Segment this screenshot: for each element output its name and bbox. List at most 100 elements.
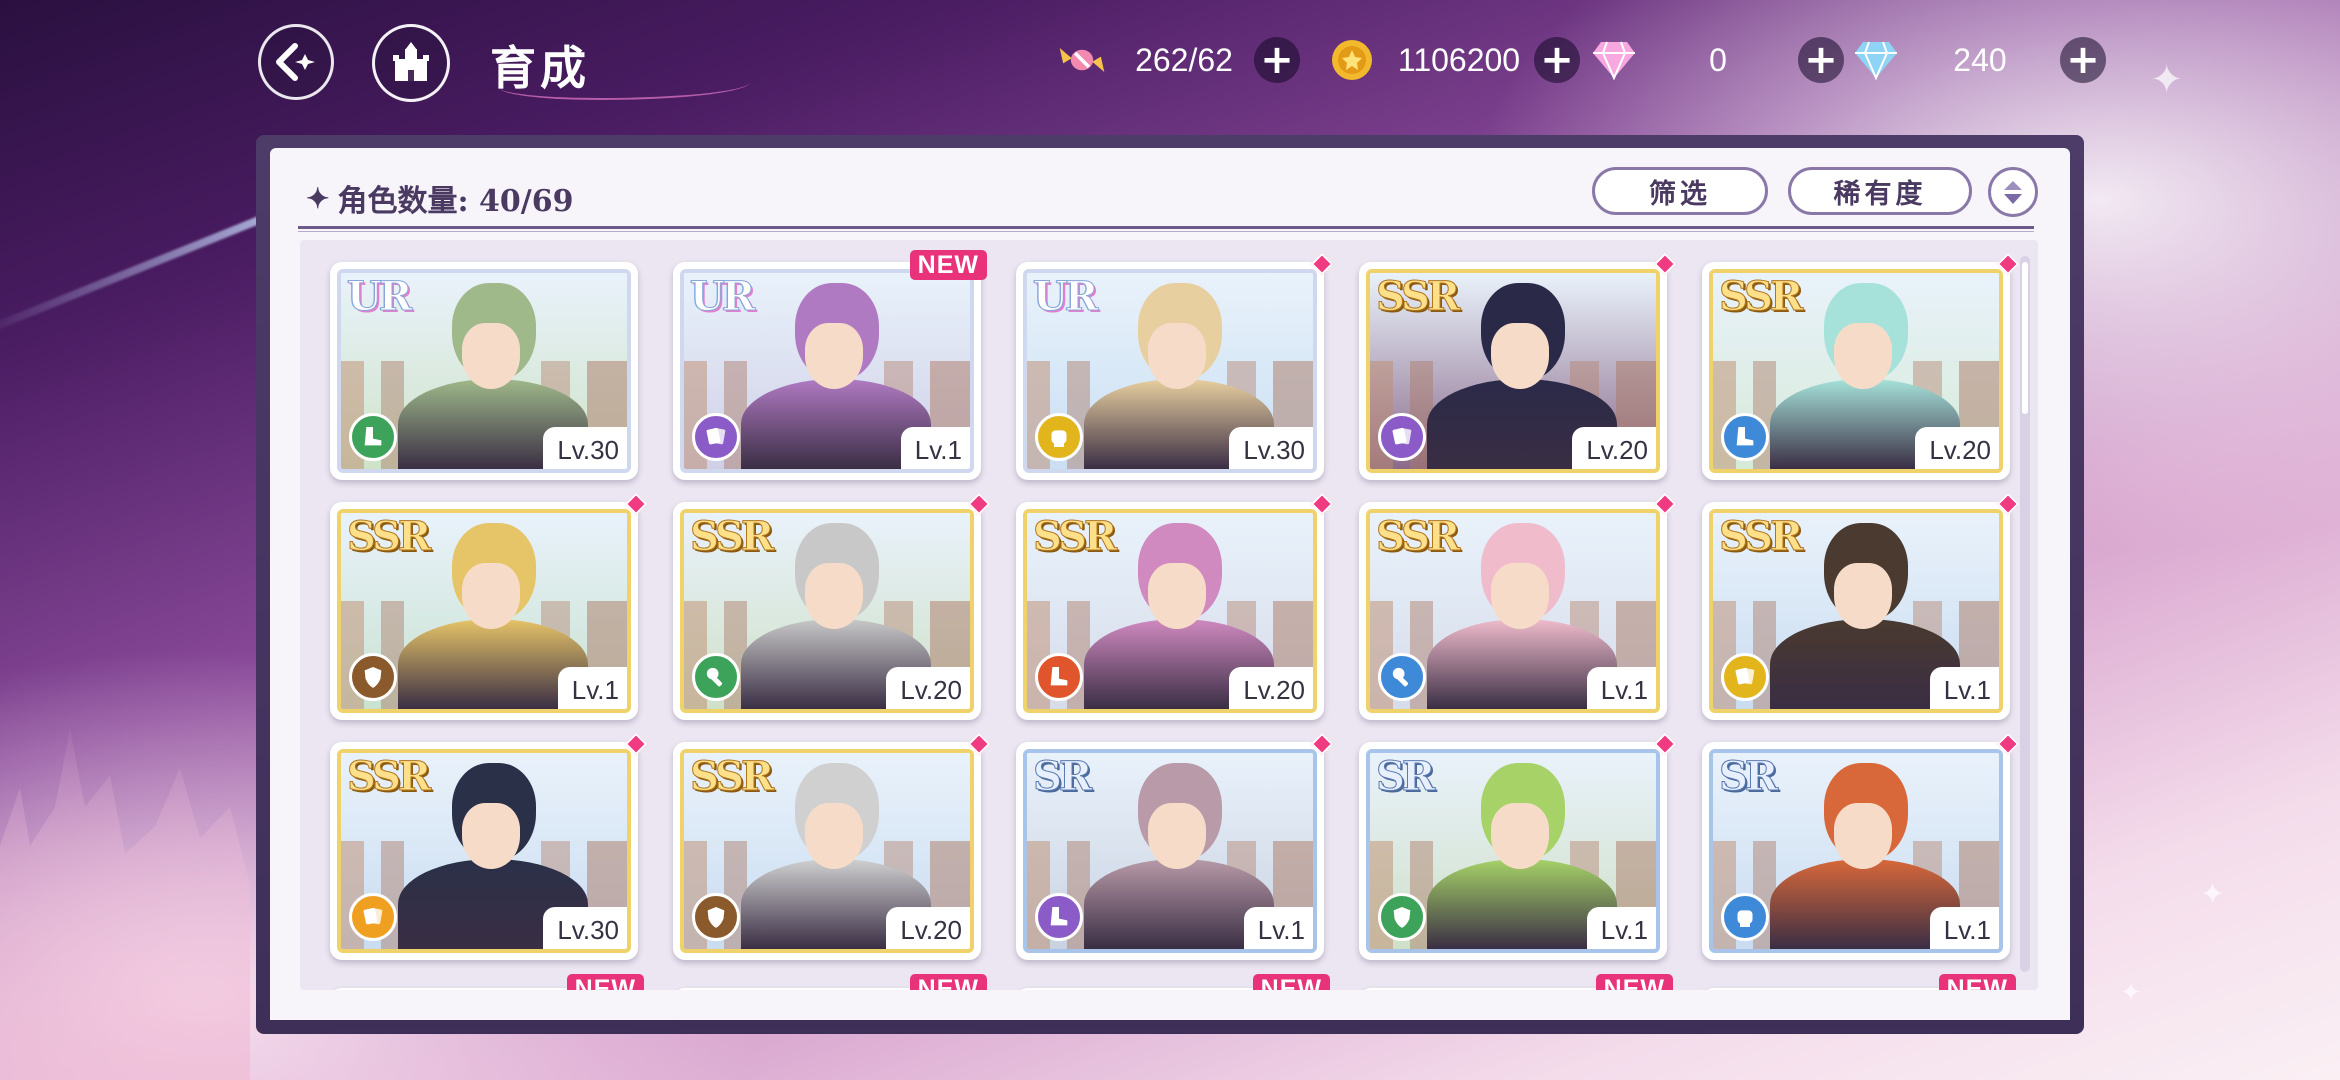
cards-icon	[349, 893, 397, 941]
character-face	[1834, 803, 1892, 869]
castle-silhouette	[0, 729, 250, 1080]
character-portrait: UR Lv.1	[680, 269, 974, 473]
character-face	[1491, 803, 1549, 869]
pink-gem-icon	[1590, 36, 1638, 84]
level-badge: Lv.30	[1229, 427, 1313, 469]
level-badge: Lv.20	[1572, 427, 1656, 469]
level-badge: Lv.20	[886, 907, 970, 949]
rarity-badge: SR	[1375, 753, 1435, 800]
candy-value: 262/62	[1135, 41, 1233, 78]
character-face	[1148, 563, 1206, 629]
resource-gold: 1106200 +	[1328, 30, 1580, 90]
character-card[interactable]: SSR Lv.20	[1702, 252, 2020, 480]
character-face	[1148, 803, 1206, 869]
character-face	[462, 323, 520, 389]
sparkle-icon: ✦	[2200, 877, 2226, 912]
rarity-badge: SSR	[1032, 513, 1117, 560]
character-card[interactable]: SR Lv.1	[1702, 732, 2020, 960]
character-card[interactable]: SSR Lv.20	[1359, 252, 1677, 480]
blue-gem-value: 240	[1953, 41, 2007, 78]
character-portrait: SSR Lv.1	[1709, 509, 2003, 713]
header-divider	[298, 226, 2034, 232]
boot-icon	[349, 413, 397, 461]
level-badge: Lv.1	[1586, 667, 1656, 709]
rarity-badge: SR	[1718, 753, 1778, 800]
sparkle-icon: ✦	[2150, 57, 2184, 103]
character-card[interactable]: SR Lv.1	[1359, 732, 1677, 960]
character-portrait: UR Lv.30	[1023, 269, 1317, 473]
character-portrait: SSR Lv.20	[1709, 269, 2003, 473]
cards-icon	[1378, 413, 1426, 461]
gold-coin-icon	[1328, 36, 1376, 84]
character-card[interactable]: SSR Lv.30	[330, 732, 648, 960]
resource-pink-gem: 0 +	[1590, 30, 1844, 90]
rarity-badge: UR	[1032, 273, 1098, 320]
character-portrait: SSR Lv.1	[1366, 509, 1660, 713]
fist-icon	[1721, 893, 1769, 941]
character-face	[805, 563, 863, 629]
character-face	[1491, 323, 1549, 389]
fist-icon	[1035, 413, 1083, 461]
grid-bottom-edge	[270, 990, 2070, 1020]
rarity-badge: SSR	[1718, 513, 1803, 560]
title-flourish	[500, 70, 750, 100]
candy-icon	[1058, 36, 1106, 84]
character-portrait: SSR Lv.1	[337, 509, 631, 713]
sparkle-icon: ✦	[2120, 978, 2142, 1008]
filter-button[interactable]: 筛选	[1592, 167, 1768, 215]
grid-scroll-thumb[interactable]	[2022, 262, 2028, 414]
character-card[interactable]: UR Lv.30	[1016, 252, 1334, 480]
character-card[interactable]: SSR Lv.1	[1359, 492, 1677, 720]
cards-icon	[692, 413, 740, 461]
level-badge: Lv.1	[1929, 907, 1999, 949]
sort-toggle-icon	[2004, 181, 2022, 204]
back-button[interactable]	[258, 24, 334, 100]
resource-candy: 262/62 +	[1058, 30, 1300, 90]
character-count-label: 角色数量: 40/69	[337, 184, 574, 219]
character-portrait: SSR Lv.20	[1366, 269, 1660, 473]
character-card[interactable]: UR Lv.1 NEW	[673, 250, 987, 480]
character-face	[462, 803, 520, 869]
boot-icon	[1721, 413, 1769, 461]
rarity-badge: SSR	[346, 513, 431, 560]
rarity-badge: SSR	[346, 753, 431, 800]
rarity-sort-button[interactable]: 稀有度	[1788, 167, 1972, 215]
level-badge: Lv.20	[1915, 427, 1999, 469]
level-badge: Lv.1	[1929, 667, 1999, 709]
rarity-badge: SSR	[1375, 513, 1460, 560]
rarity-badge: SSR	[689, 753, 774, 800]
level-badge: Lv.20	[1229, 667, 1313, 709]
character-card[interactable]: SSR Lv.1	[1702, 492, 2020, 720]
character-face	[462, 563, 520, 629]
shield-icon	[1378, 893, 1426, 941]
character-face	[1148, 323, 1206, 389]
wrench-icon	[692, 653, 740, 701]
character-card[interactable]: SSR Lv.20	[673, 732, 991, 960]
level-badge: Lv.30	[543, 427, 627, 469]
level-badge: Lv.1	[900, 427, 970, 469]
castle-home-icon	[393, 42, 429, 81]
boot-icon	[1035, 653, 1083, 701]
character-card[interactable]: SSR Lv.20	[1016, 492, 1334, 720]
character-face	[1834, 563, 1892, 629]
character-card[interactable]: SR Lv.1	[1016, 732, 1334, 960]
add-gold-button[interactable]: +	[1534, 37, 1580, 83]
level-badge: Lv.1	[557, 667, 627, 709]
character-count: ✦ 角色数量: 40/69	[306, 176, 573, 220]
rarity-badge: SSR	[1718, 273, 1803, 320]
character-card[interactable]: SSR Lv.20	[673, 492, 991, 720]
rarity-badge: SR	[1032, 753, 1092, 800]
sort-order-button[interactable]	[1988, 167, 2038, 217]
character-portrait: SR Lv.1	[1366, 749, 1660, 953]
character-card[interactable]: SSR Lv.1	[330, 492, 648, 720]
add-pink-gem-button[interactable]: +	[1798, 37, 1844, 83]
add-candy-button[interactable]: +	[1254, 37, 1300, 83]
level-badge: Lv.30	[543, 907, 627, 949]
character-card[interactable]: UR Lv.30	[330, 262, 638, 480]
add-blue-gem-button[interactable]: +	[2060, 37, 2106, 83]
rarity-badge: UR	[689, 273, 755, 320]
boot-icon	[1035, 893, 1083, 941]
blue-gem-icon	[1852, 36, 1900, 84]
home-button[interactable]	[372, 24, 450, 102]
character-portrait: UR Lv.30	[337, 269, 631, 473]
